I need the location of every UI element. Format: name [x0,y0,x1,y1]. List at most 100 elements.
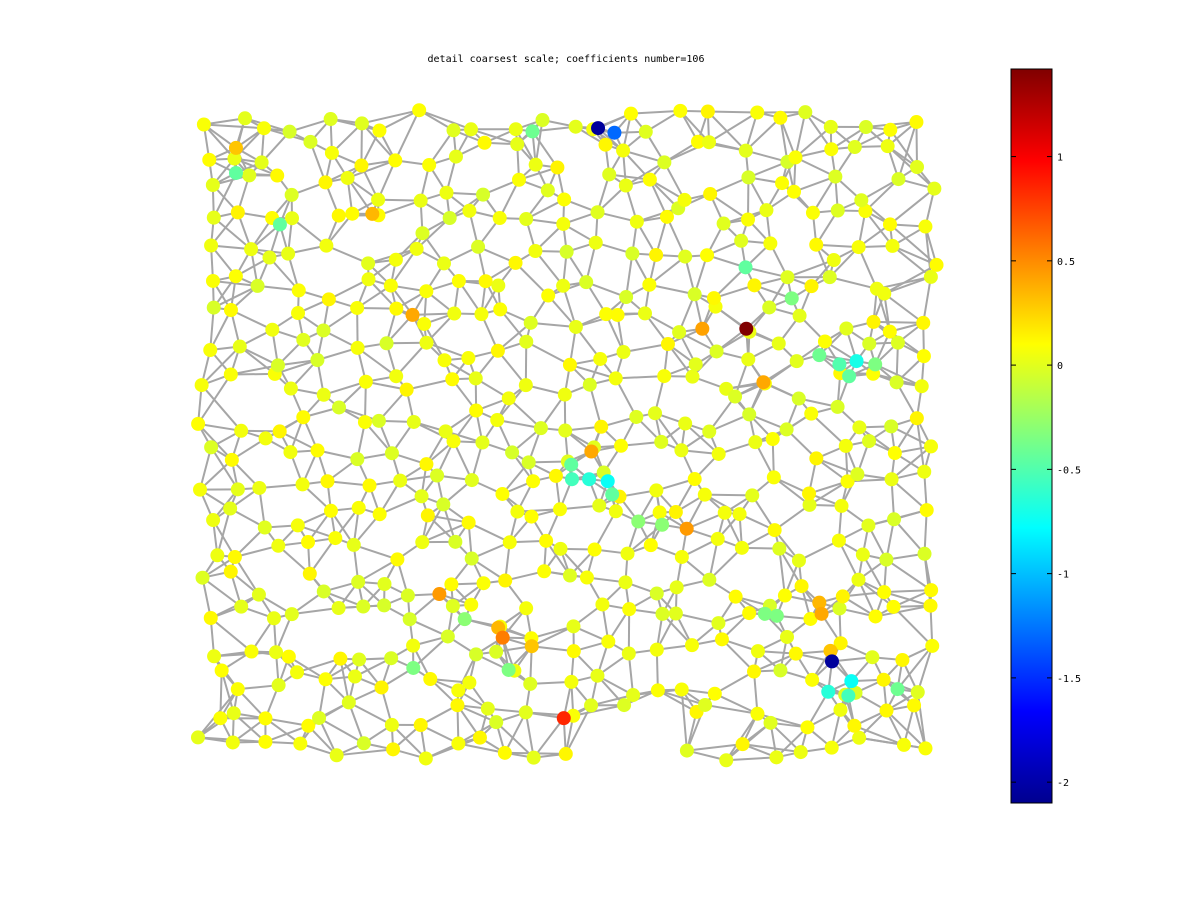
scatter-point [526,474,541,489]
scatter-point [464,122,479,137]
scatter-point [191,416,206,431]
scatter-point [685,369,700,384]
scatter-point [734,233,749,248]
scatter-point [272,424,287,439]
scatter-point [684,638,699,653]
scatter-point [564,457,579,472]
scatter-point [568,119,583,134]
scatter-point [844,674,859,689]
scatter-point [891,172,906,187]
scatter-point [319,238,334,253]
scatter-point [854,193,869,208]
scatter-point [773,663,788,678]
scatter-point [413,193,428,208]
scatter-point [805,205,820,220]
scatter-point [826,253,841,268]
scatter-point [194,378,209,393]
scatter-point [629,409,644,424]
scatter-point [700,104,715,119]
scatter-point [789,354,804,369]
scatter-point [882,324,897,339]
scatter-point [281,246,296,261]
graph-edge [829,276,878,290]
graph-edge [394,109,421,161]
scatter-point [419,335,434,350]
scatter-point [847,140,862,155]
graph-edge [896,645,934,690]
scatter-point [824,654,839,669]
scatter-point [341,695,356,710]
scatter-point [779,422,794,437]
scatter-point [862,434,877,449]
graph-edge [885,558,932,591]
scatter-point [501,391,516,406]
scatter-point [918,741,933,756]
scatter-point [202,152,217,167]
scatter-point [745,488,760,503]
scatter-point [925,638,940,653]
scatter-point [350,452,365,467]
scatter-point [419,284,434,299]
scatter-point [347,669,362,684]
scatter-point [519,601,534,616]
scatter-point [412,103,427,118]
scatter-point [865,650,880,665]
scatter-point [356,736,371,751]
scatter-point [817,334,832,349]
scatter-point [582,377,597,392]
scatter-point [688,357,703,372]
scatter-point [283,445,298,460]
scatter-point [777,588,792,603]
scatter-point [285,211,300,226]
scatter-point [719,753,734,768]
scatter-point [814,606,829,621]
graph-edge [615,375,665,380]
scatter-point [652,505,667,520]
scatter-point [650,683,665,698]
scatter-point [642,277,657,292]
scatter-point [258,431,273,446]
scatter-point [766,470,781,485]
scatter-point [579,275,594,290]
scatter-point [741,170,756,185]
scatter-point [291,283,306,298]
scatter-point [918,219,933,234]
scatter-point [769,750,784,765]
scatter-point [850,467,865,482]
scatter-point [924,439,939,454]
scatter-point [230,482,245,497]
scatter-point [654,434,669,449]
scatter-point [616,143,631,158]
scatter-point [357,415,372,430]
scatter-point [655,517,670,532]
scatter-point [668,505,683,520]
figure: detail coarsest scale; coefficients numb… [190,54,1081,804]
scatter-point [734,540,749,555]
scatter-point [386,742,401,757]
scatter-point [773,110,788,125]
scatter-point [498,573,513,588]
scatter-point [533,421,548,436]
scatter-point [835,589,850,604]
scatter-point [475,435,490,450]
scatter-point [788,150,803,165]
scatter-point [451,736,466,751]
scatter-point [812,348,827,363]
scatter-point [679,743,694,758]
scatter-point [629,214,644,229]
scatter-point [910,159,925,174]
scatter-point [226,706,241,721]
scatter-point [262,250,277,265]
scatter-point [916,349,931,364]
scatter-point [687,472,702,487]
scatter-point [318,175,333,190]
scatter-point [791,553,806,568]
scatter-point [474,307,489,322]
scatter-point [556,216,571,231]
scatter-point [310,353,325,368]
graph-edge [219,670,223,719]
scatter-point [887,446,902,461]
scatter-point [910,685,925,700]
scatter-point [234,599,249,614]
scatter-point [290,518,305,533]
